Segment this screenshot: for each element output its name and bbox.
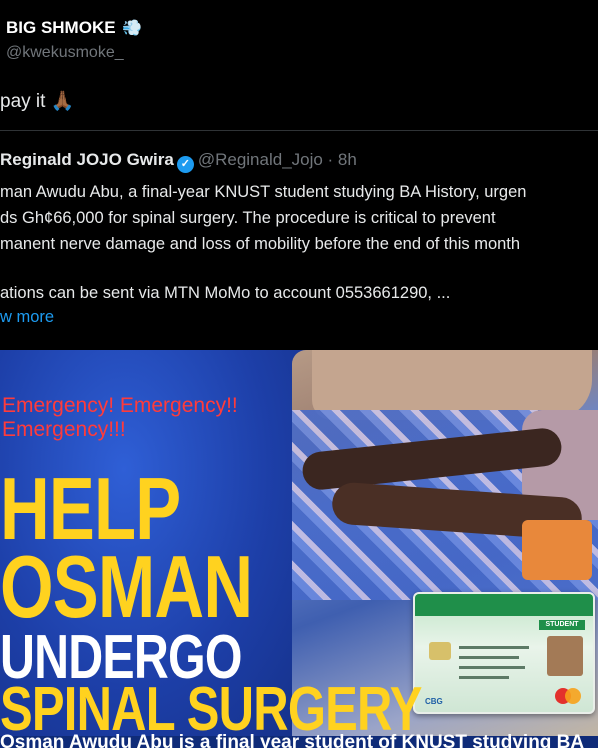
show-more-link[interactable]: w more: [0, 308, 54, 327]
orange-item-shape: [522, 520, 592, 580]
quoted-tweet-header[interactable]: Reginald JOJO Gwira ✓ @Reginald_Jojo · 8h: [0, 150, 357, 173]
divider: [0, 130, 598, 131]
student-id-card: STUDENT CBG: [413, 592, 595, 714]
author-name-text[interactable]: BIG SHMOKE: [6, 18, 116, 37]
card-text-line: [459, 676, 509, 679]
author-handle[interactable]: @kwekusmoke_: [6, 44, 124, 62]
poster-bottom-text: Osman Awudu Abu is a final year student …: [0, 732, 585, 748]
quoted-handle-time[interactable]: @Reginald_Jojo · 8h: [198, 150, 357, 169]
card-chip-icon: [429, 642, 451, 660]
card-photo: [547, 636, 583, 676]
author-name[interactable]: BIG SHMOKE 💨: [6, 18, 142, 38]
card-bank-label: CBG: [425, 697, 443, 706]
card-header-band: [415, 594, 593, 616]
quoted-text-line: man Awudu Abu, a final-year KNUST studen…: [0, 183, 527, 201]
quoted-text-line: manent nerve damage and loss of mobility…: [0, 235, 521, 253]
tweet-media-image[interactable]: STUDENT CBG Emergency! Emergency!! Emerg…: [0, 350, 598, 748]
quoted-author-name[interactable]: Reginald JOJO Gwira: [0, 150, 174, 169]
tweet-text: pay it 🙏🏾: [0, 91, 75, 112]
card-text-line: [459, 666, 525, 669]
dash-emoji-icon: 💨: [122, 20, 143, 37]
card-student-label: STUDENT: [539, 620, 585, 630]
emergency-line-1: Emergency! Emergency!!: [2, 394, 238, 417]
emergency-line-2: Emergency!!!: [2, 418, 126, 441]
quoted-text-line: ations can be sent via MTN MoMo to accou…: [0, 284, 451, 302]
verified-badge-icon: ✓: [176, 156, 194, 173]
emergency-text: Emergency! Emergency!! Emergency!!!: [2, 394, 238, 442]
mastercard-icon: [565, 688, 581, 704]
card-text-line: [459, 646, 529, 649]
quoted-text-line: ds Gh¢66,000 for spinal surgery. The pro…: [0, 209, 496, 227]
card-text-line: [459, 656, 519, 659]
